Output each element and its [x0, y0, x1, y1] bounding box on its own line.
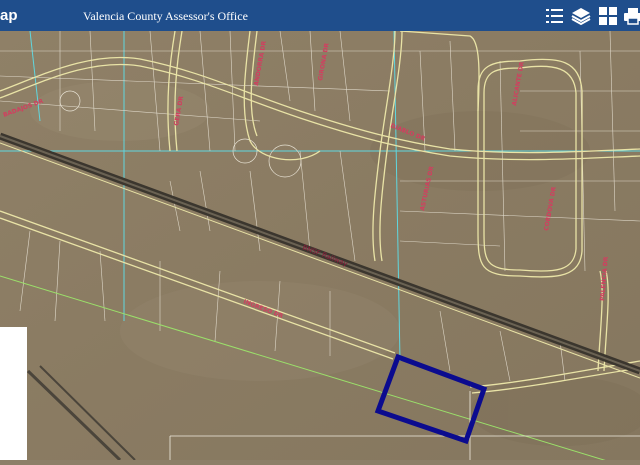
print-icon[interactable] [623, 6, 640, 26]
app-title: ap [0, 7, 18, 24]
map-view[interactable]: BADAJOS DR GERA DR ANDORRA DR GIRONA DR … [0, 30, 640, 465]
layers-icon[interactable] [571, 6, 591, 26]
side-panel [0, 327, 27, 460]
office-title: Valencia County Assessor's Office [83, 9, 248, 23]
aerial-map[interactable]: BADAJOS DR GERA DR ANDORRA DR GIRONA DR … [0, 30, 640, 465]
list-icon[interactable] [545, 6, 565, 26]
app-header: ap Valencia County Assessor's Office [0, 0, 640, 31]
basemap-gallery-icon[interactable] [598, 6, 618, 26]
